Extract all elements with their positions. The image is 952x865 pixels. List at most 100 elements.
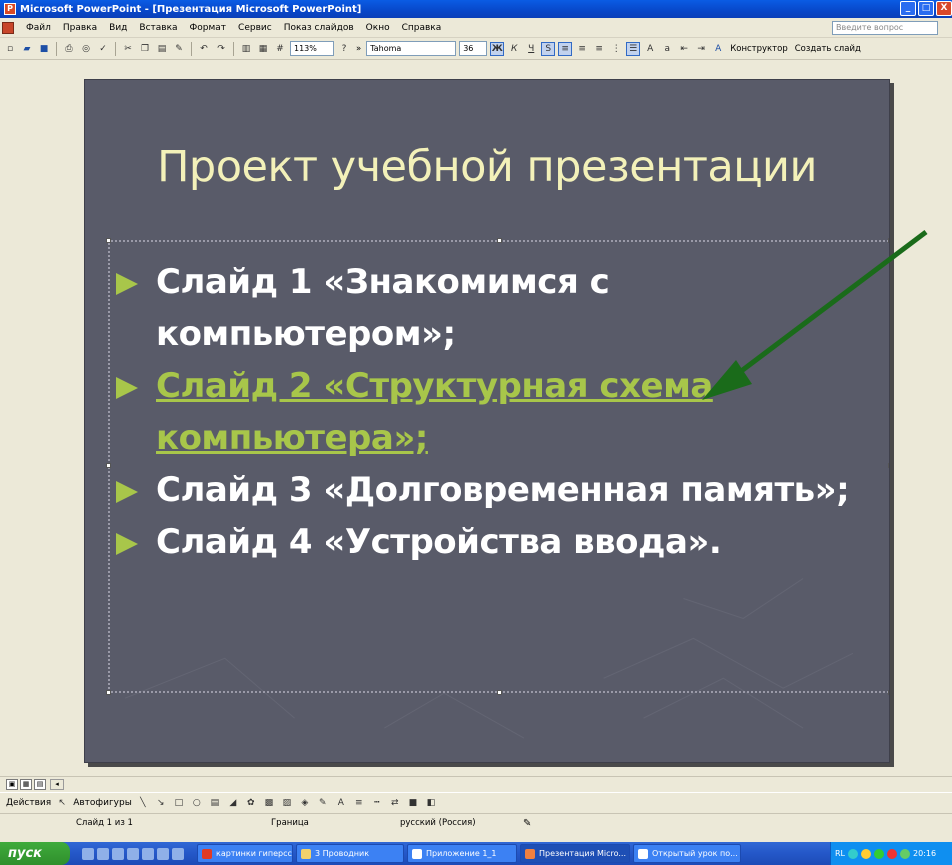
increase-font-icon[interactable]: A (643, 42, 657, 56)
font-select[interactable]: Tahoma (366, 41, 457, 56)
line-icon[interactable]: ╲ (136, 796, 150, 810)
redo-icon[interactable]: ↷ (214, 42, 228, 56)
quick-launch-icon[interactable] (97, 847, 109, 860)
font-color-icon[interactable]: A (711, 42, 725, 56)
bold-button[interactable]: Ж (490, 41, 505, 56)
font-size-select[interactable]: 36 (459, 41, 488, 56)
quick-launch-icon[interactable] (112, 847, 124, 860)
spelling-status-icon[interactable]: ✎ (523, 818, 531, 829)
quick-launch-icon[interactable] (157, 847, 169, 860)
textbox-icon[interactable]: ▤ (208, 796, 222, 810)
dash-style-icon[interactable]: ┅ (370, 796, 384, 810)
taskbar-item[interactable]: 3 Проводник (296, 844, 404, 863)
menu-insert[interactable]: Вставка (133, 23, 183, 33)
menu-file[interactable]: Файл (20, 23, 57, 33)
resize-handle[interactable] (106, 690, 111, 695)
shadow-style-icon[interactable]: ■ (406, 796, 420, 810)
menu-tools[interactable]: Сервис (232, 23, 278, 33)
close-button[interactable]: X (936, 1, 952, 16)
open-icon[interactable]: ▰ (20, 42, 34, 56)
language-indicator[interactable]: RL (835, 849, 845, 858)
new-icon[interactable]: ▫ (3, 42, 17, 56)
align-center-icon[interactable]: ≡ (575, 42, 589, 56)
quick-launch-icon[interactable] (127, 847, 139, 860)
decrease-font-icon[interactable]: a (660, 42, 674, 56)
font-color-draw-icon[interactable]: A (334, 796, 348, 810)
taskbar-item-active[interactable]: Презентация Micro... (520, 844, 630, 863)
slide-title[interactable]: Проект учебной презентации (85, 142, 889, 192)
menu-view[interactable]: Вид (103, 23, 133, 33)
increase-indent-icon[interactable]: ⇥ (694, 42, 708, 56)
resize-handle[interactable] (106, 238, 111, 243)
picture-icon[interactable]: ▨ (280, 796, 294, 810)
line-color-icon[interactable]: ✎ (316, 796, 330, 810)
taskbar-item[interactable]: картинки гиперсс... (197, 844, 293, 863)
clipart-icon[interactable]: ▩ (262, 796, 276, 810)
slide-canvas[interactable]: Проект учебной презентации Слайд 1 «Знак… (84, 79, 890, 763)
quick-launch-icon[interactable] (142, 847, 154, 860)
rectangle-icon[interactable]: □ (172, 796, 186, 810)
toolbar-overflow-icon[interactable]: » (354, 44, 363, 54)
undo-icon[interactable]: ↶ (197, 42, 211, 56)
3d-style-icon[interactable]: ◧ (424, 796, 438, 810)
spellcheck-icon[interactable]: ✓ (96, 42, 110, 56)
minimize-button[interactable]: _ (900, 1, 916, 16)
arrow-style-icon[interactable]: ⇄ (388, 796, 402, 810)
print-icon[interactable]: ⎙ (62, 42, 76, 56)
oval-icon[interactable]: ○ (190, 796, 204, 810)
save-icon[interactable]: ■ (37, 42, 51, 56)
designer-button[interactable]: Конструктор (728, 44, 790, 54)
ask-question-input[interactable]: Введите вопрос (832, 21, 938, 35)
insert-chart-icon[interactable]: ▥ (239, 42, 253, 56)
autoshapes-menu[interactable]: Автофигуры (73, 798, 132, 808)
start-button[interactable]: пуск (0, 842, 70, 865)
new-slide-button[interactable]: Создать слайд (793, 44, 863, 54)
line-style-icon[interactable]: ≡ (352, 796, 366, 810)
paste-icon[interactable]: ▤ (155, 42, 169, 56)
quick-launch-icon[interactable] (82, 847, 94, 860)
select-pointer-icon[interactable]: ↖ (55, 796, 69, 810)
align-right-icon[interactable]: ≡ (592, 42, 606, 56)
grid-icon[interactable]: # (273, 42, 287, 56)
resize-handle[interactable] (497, 690, 502, 695)
wordart-icon[interactable]: ◢ (226, 796, 240, 810)
arrow-tool-icon[interactable]: ↘ (154, 796, 168, 810)
maximize-button[interactable]: □ (918, 1, 934, 16)
resize-handle[interactable] (888, 463, 889, 468)
shadow-button[interactable]: S (541, 41, 556, 56)
align-left-icon[interactable]: ≡ (558, 41, 573, 56)
menu-help[interactable]: Справка (396, 23, 448, 33)
bullet-item-hyperlink[interactable]: Слайд 2 «Структурная схема компьютера»; (112, 360, 872, 464)
sorter-view-icon[interactable]: ▦ (20, 779, 32, 790)
quick-launch-icon[interactable] (172, 847, 184, 860)
cut-icon[interactable]: ✂ (121, 42, 135, 56)
tray-icon[interactable] (848, 848, 859, 859)
tray-icon[interactable] (861, 848, 872, 859)
help-icon[interactable]: ? (337, 42, 351, 56)
actions-menu[interactable]: Действия (6, 798, 51, 808)
menu-slideshow[interactable]: Показ слайдов (278, 23, 360, 33)
document-icon[interactable] (2, 21, 14, 34)
italic-button[interactable]: К (507, 42, 521, 56)
fill-color-icon[interactable]: ◈ (298, 796, 312, 810)
resize-handle[interactable] (497, 238, 502, 243)
taskbar-item[interactable]: Приложение 1_1 (407, 844, 517, 863)
tray-icon[interactable] (874, 848, 885, 859)
scroll-left-icon[interactable]: ◂ (50, 779, 64, 790)
tray-icon[interactable] (887, 848, 898, 859)
insert-table-icon[interactable]: ▦ (256, 42, 270, 56)
diagram-icon[interactable]: ✿ (244, 796, 258, 810)
resize-handle[interactable] (106, 463, 111, 468)
slideshow-view-icon[interactable]: ▤ (34, 779, 46, 790)
bullets-icon[interactable]: ☰ (626, 41, 641, 56)
numbering-icon[interactable]: ⋮ (609, 42, 623, 56)
underline-button[interactable]: Ч (524, 42, 538, 56)
decrease-indent-icon[interactable]: ⇤ (677, 42, 691, 56)
hyperlink-text[interactable]: Слайд 2 «Структурная схема компьютера»; (156, 366, 713, 458)
resize-handle[interactable] (888, 238, 889, 243)
zoom-select[interactable]: 113% (290, 41, 334, 56)
menu-window[interactable]: Окно (360, 23, 396, 33)
preview-icon[interactable]: ◎ (79, 42, 93, 56)
taskbar-item[interactable]: Открытый урок по... (633, 844, 741, 863)
tray-icon[interactable] (900, 848, 911, 859)
